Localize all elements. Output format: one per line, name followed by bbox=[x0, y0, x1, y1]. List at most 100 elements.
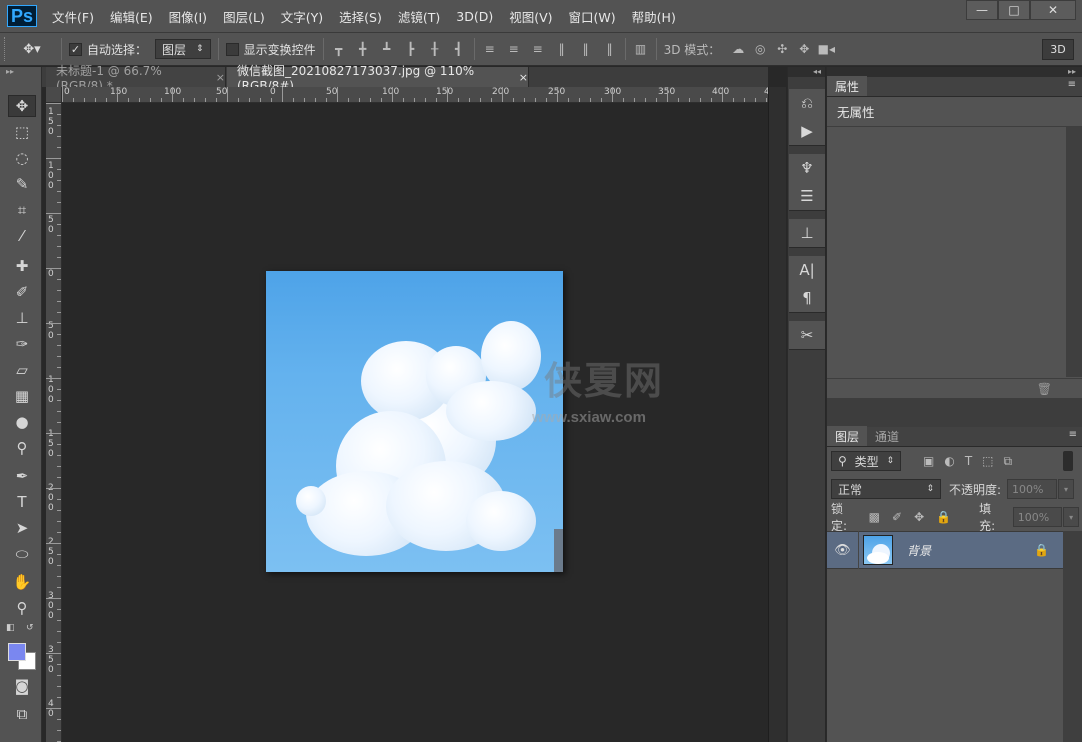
dodge-tool-icon[interactable]: ⚲ bbox=[8, 437, 36, 459]
lasso-tool-icon[interactable]: ◌ bbox=[8, 147, 36, 169]
tool-presets-icon[interactable]: ✂ bbox=[789, 321, 825, 349]
clone-source-icon[interactable]: ⊥ bbox=[789, 219, 825, 247]
3d-rotate-icon[interactable]: ☁ bbox=[730, 41, 746, 57]
align-hcenter-icon[interactable]: ╂ bbox=[427, 41, 443, 57]
distribute-top-icon[interactable]: ≡ bbox=[482, 41, 498, 57]
tab-wechat-screenshot[interactable]: 微信截图_20210827173037.jpg @ 110%(RGB/8#) × bbox=[227, 64, 529, 93]
gradient-tool-icon[interactable]: ▦ bbox=[8, 385, 36, 407]
foreground-color-swatch[interactable] bbox=[8, 643, 26, 661]
menu-image[interactable]: 图像(I) bbox=[161, 0, 215, 33]
lock-position-icon[interactable]: ✥ bbox=[914, 510, 924, 524]
close-button[interactable]: ✕ bbox=[1030, 0, 1076, 20]
path-selection-tool-icon[interactable]: ➤ bbox=[8, 517, 36, 539]
fill-slider-button[interactable]: ▾ bbox=[1063, 507, 1079, 527]
eye-icon[interactable]: 👁 bbox=[827, 531, 859, 569]
fill-input[interactable]: 100% bbox=[1012, 507, 1063, 527]
tab-untitled-1[interactable]: 未标题-1 @ 66.7%(RGB/8) * × bbox=[46, 64, 226, 93]
menu-window[interactable]: 窗口(W) bbox=[561, 0, 624, 33]
lock-image-icon[interactable]: ✐ bbox=[892, 510, 902, 524]
opacity-slider-button[interactable]: ▾ bbox=[1058, 479, 1075, 499]
opacity-input[interactable]: 100% bbox=[1007, 479, 1058, 499]
3d-roll-icon[interactable]: ◎ bbox=[752, 41, 768, 57]
menu-view[interactable]: 视图(V) bbox=[501, 0, 560, 33]
layers-scrollbar[interactable] bbox=[1063, 531, 1082, 742]
brush-presets-icon[interactable]: ♆ bbox=[789, 154, 825, 182]
menu-select[interactable]: 选择(S) bbox=[331, 0, 390, 33]
filter-adjustment-icon[interactable]: ◐ bbox=[944, 454, 954, 469]
strip-collapse-icon[interactable]: ◂◂ bbox=[788, 67, 825, 77]
3d-scale-icon[interactable]: ■◂ bbox=[818, 41, 835, 57]
distribute-hcenter-icon[interactable]: ‖ bbox=[578, 41, 594, 57]
filter-shape-icon[interactable]: ⬚ bbox=[982, 454, 993, 469]
zoom-tool-icon[interactable]: ⚲ bbox=[8, 597, 36, 619]
properties-scrollbar[interactable] bbox=[1066, 127, 1082, 377]
panel-menu-icon[interactable]: ≡ bbox=[1069, 429, 1077, 440]
quick-select-tool-icon[interactable]: ✎ bbox=[8, 173, 36, 195]
menu-help[interactable]: 帮助(H) bbox=[624, 0, 684, 33]
history-panel-icon[interactable]: ⎌ bbox=[789, 89, 825, 117]
move-tool-icon[interactable]: ✥ bbox=[8, 95, 36, 117]
paragraph-panel-icon[interactable]: ¶ bbox=[789, 284, 825, 312]
eraser-tool-icon[interactable]: ▱ bbox=[8, 359, 36, 381]
distribute-right-icon[interactable]: ‖ bbox=[602, 41, 618, 57]
minimize-button[interactable]: — bbox=[966, 0, 998, 20]
ruler-origin[interactable] bbox=[46, 87, 62, 103]
distribute-vcenter-icon[interactable]: ≡ bbox=[506, 41, 522, 57]
menu-3d[interactable]: 3D(D) bbox=[448, 0, 501, 33]
hand-tool-icon[interactable]: ✋ bbox=[8, 571, 36, 593]
vertical-ruler[interactable]: 150 100 50 0 50 100 150 200 250 300 350 40 bbox=[46, 103, 62, 742]
layer-filter-dropdown[interactable]: ⚲ 类型 ⇕ bbox=[831, 451, 901, 471]
toolbar-collapse-icon[interactable]: ▸▸ bbox=[0, 67, 41, 77]
actions-panel-icon[interactable]: ▶ bbox=[789, 117, 825, 145]
default-colors-icon[interactable]: ◧ bbox=[6, 623, 15, 633]
screen-mode-icon[interactable]: ⧉ bbox=[8, 703, 36, 725]
filter-smart-object-icon[interactable]: ⧉ bbox=[1004, 454, 1013, 469]
type-tool-icon[interactable]: T bbox=[8, 491, 36, 513]
swap-colors-icon[interactable]: ↺ bbox=[26, 623, 34, 633]
menu-layer[interactable]: 图层(L) bbox=[215, 0, 273, 33]
panel-menu-icon[interactable]: ≡ bbox=[1068, 79, 1076, 90]
align-top-icon[interactable]: ┳ bbox=[331, 41, 347, 57]
eyedropper-tool-icon[interactable]: ⁄ bbox=[8, 225, 36, 247]
3d-drag-icon[interactable]: ✣ bbox=[774, 41, 790, 57]
lock-transparent-icon[interactable]: ▩ bbox=[869, 510, 880, 524]
menu-type[interactable]: 文字(Y) bbox=[273, 0, 331, 33]
menu-filter[interactable]: 滤镜(T) bbox=[390, 0, 448, 33]
blur-tool-icon[interactable]: ● bbox=[8, 411, 36, 433]
menu-file[interactable]: 文件(F) bbox=[44, 0, 102, 33]
auto-align-icon[interactable]: ▥ bbox=[633, 41, 649, 57]
canvas-vertical-scrollbar[interactable] bbox=[768, 87, 786, 742]
distribute-bottom-icon[interactable]: ≡ bbox=[530, 41, 546, 57]
move-tool-preset-icon[interactable]: ✥▾ bbox=[10, 42, 54, 57]
align-bottom-icon[interactable]: ┻ bbox=[379, 41, 395, 57]
horizontal-ruler[interactable]: 0150100500501001502002503003504004 bbox=[62, 87, 768, 103]
filter-pixel-icon[interactable]: ▣ bbox=[923, 454, 934, 469]
layer-row-background[interactable]: 👁 背景 🔒 bbox=[827, 531, 1063, 569]
tab-channels[interactable]: 通道 bbox=[867, 426, 907, 446]
canvas-area[interactable]: 侠夏网 www.sxiaw.com bbox=[62, 103, 768, 742]
tab-close-icon[interactable]: × bbox=[216, 71, 225, 84]
layer-name[interactable]: 背景 bbox=[907, 542, 931, 559]
brush-tool-icon[interactable]: ✐ bbox=[8, 281, 36, 303]
tab-close-icon[interactable]: × bbox=[519, 71, 528, 84]
show-transform-checkbox[interactable] bbox=[225, 42, 239, 56]
pen-tool-icon[interactable]: ✒ bbox=[8, 465, 36, 487]
filter-type-icon[interactable]: T bbox=[965, 454, 972, 469]
auto-select-checkbox[interactable]: ✓ bbox=[69, 42, 82, 56]
history-brush-tool-icon[interactable]: ✑ bbox=[8, 333, 36, 355]
3d-workspace-button[interactable]: 3D bbox=[1042, 39, 1074, 60]
quick-mask-icon[interactable]: ◙ bbox=[8, 675, 36, 697]
filter-toggle[interactable] bbox=[1063, 451, 1073, 471]
clone-stamp-tool-icon[interactable]: ⊥ bbox=[8, 307, 36, 329]
marquee-tool-icon[interactable]: ⬚ bbox=[8, 121, 36, 143]
lock-all-icon[interactable]: 🔒 bbox=[936, 510, 951, 524]
auto-select-target-dropdown[interactable]: 图层 ⇕ bbox=[155, 39, 211, 59]
character-panel-icon[interactable]: A| bbox=[789, 256, 825, 284]
adjustments-icon[interactable]: ☰ bbox=[789, 182, 825, 210]
align-right-icon[interactable]: ┫ bbox=[451, 41, 467, 57]
align-left-icon[interactable]: ┣ bbox=[403, 41, 419, 57]
distribute-left-icon[interactable]: ‖ bbox=[554, 41, 570, 57]
3d-slide-icon[interactable]: ✥ bbox=[796, 41, 812, 57]
restore-button[interactable]: □ bbox=[998, 0, 1030, 20]
ellipse-tool-icon[interactable]: ⬭ bbox=[8, 543, 36, 565]
